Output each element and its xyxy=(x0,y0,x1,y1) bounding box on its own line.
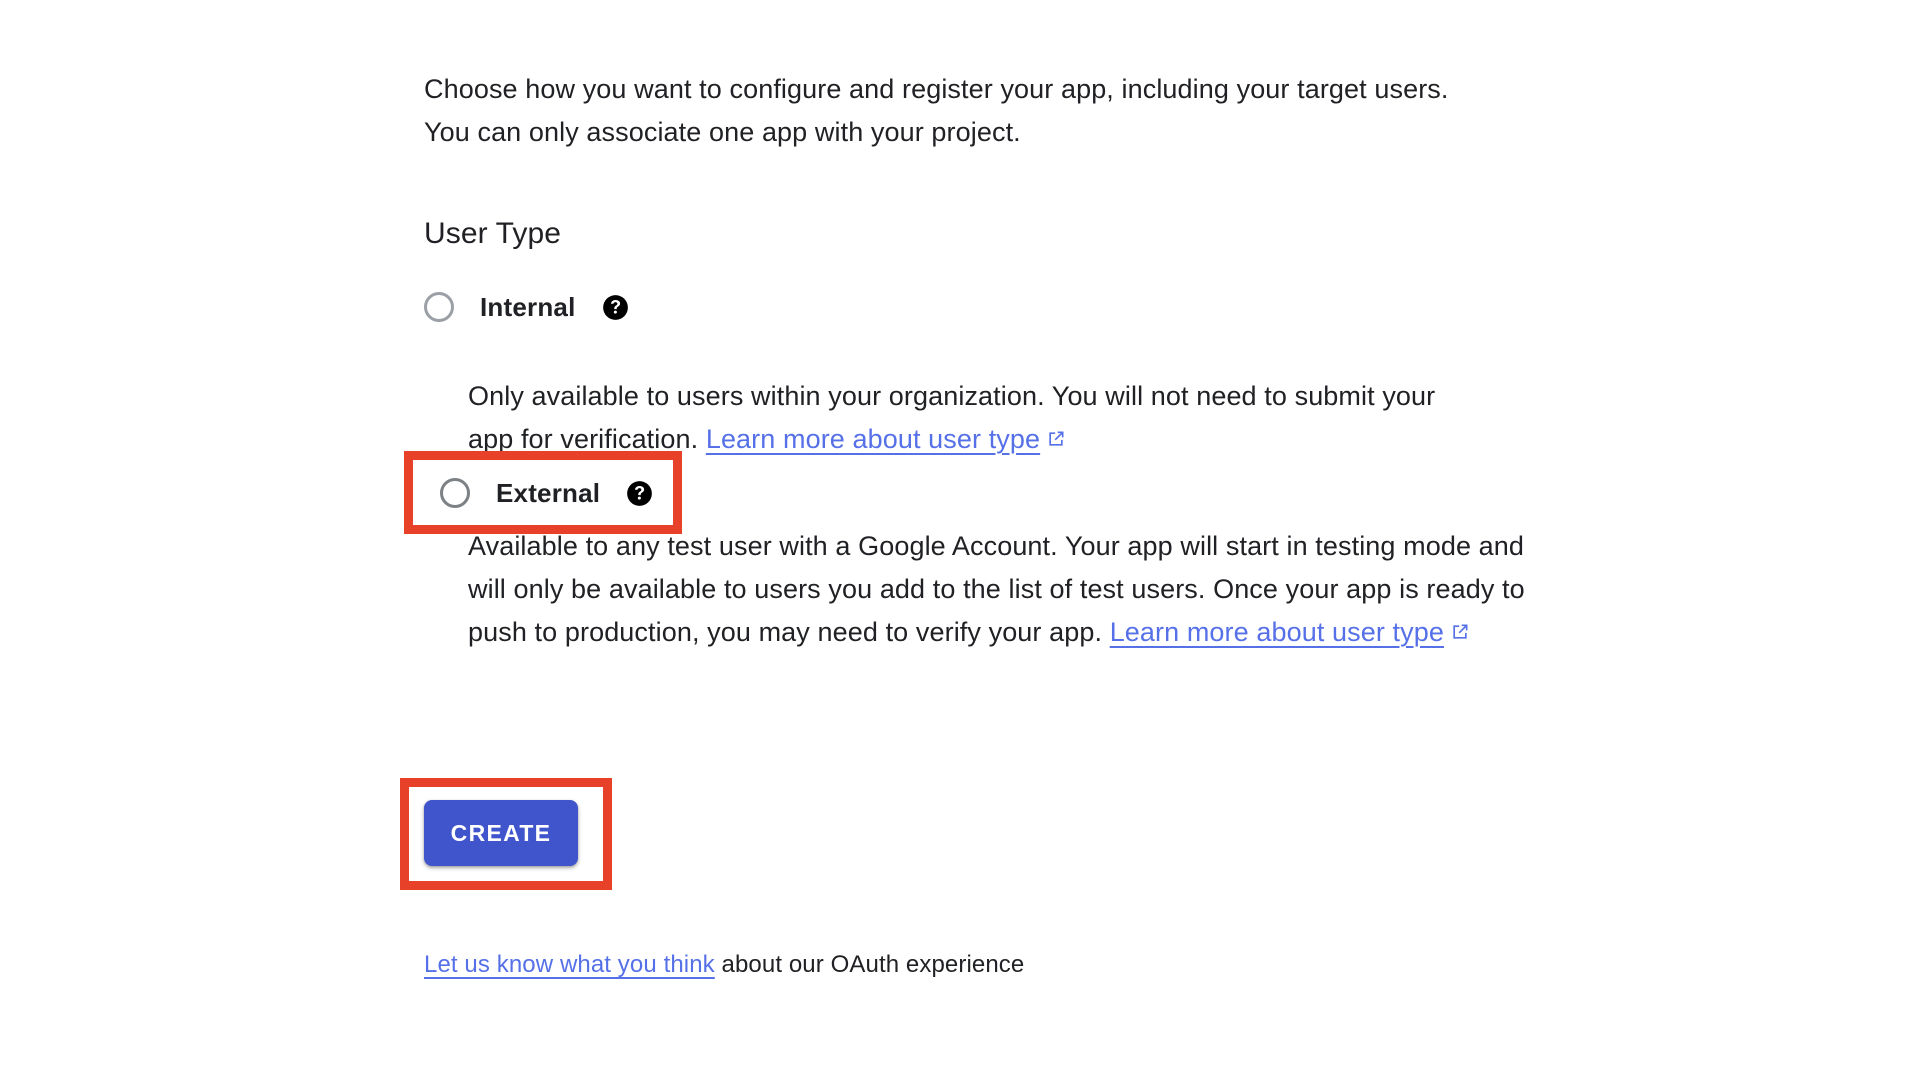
feedback-rest-text: about our OAuth experience xyxy=(714,951,1025,978)
intro-paragraph: Choose how you want to configure and reg… xyxy=(424,74,1449,147)
radio-button-external[interactable] xyxy=(440,478,470,508)
help-circle-icon[interactable] xyxy=(626,480,653,507)
learn-more-link-internal[interactable]: Learn more about user type xyxy=(706,424,1066,454)
radio-option-external[interactable]: External xyxy=(440,470,653,516)
feedback-link[interactable]: Let us know what you think xyxy=(424,951,715,978)
external-link-icon xyxy=(1450,612,1470,639)
radio-option-internal[interactable]: Internal xyxy=(424,284,629,330)
description-external: Available to any test user with a Google… xyxy=(468,525,1528,654)
learn-more-link-internal-label: Learn more about user type xyxy=(705,424,1041,454)
radio-button-internal[interactable] xyxy=(424,292,454,322)
create-button[interactable]: CREATE xyxy=(424,800,578,866)
feedback-line: Let us know what you think about our OAu… xyxy=(424,948,1024,982)
external-link-icon xyxy=(1046,419,1066,446)
oauth-consent-user-type-page: Choose how you want to configure and reg… xyxy=(0,0,1920,1080)
radio-label-external: External xyxy=(496,477,601,508)
help-circle-icon[interactable] xyxy=(602,294,629,321)
learn-more-link-external[interactable]: Learn more about user type xyxy=(1110,617,1470,647)
page-title: User Type xyxy=(424,217,562,250)
learn-more-link-external-label: Learn more about user type xyxy=(1109,617,1444,647)
radio-label-internal: Internal xyxy=(480,291,576,322)
description-internal: Only available to users within your orga… xyxy=(468,375,1478,461)
